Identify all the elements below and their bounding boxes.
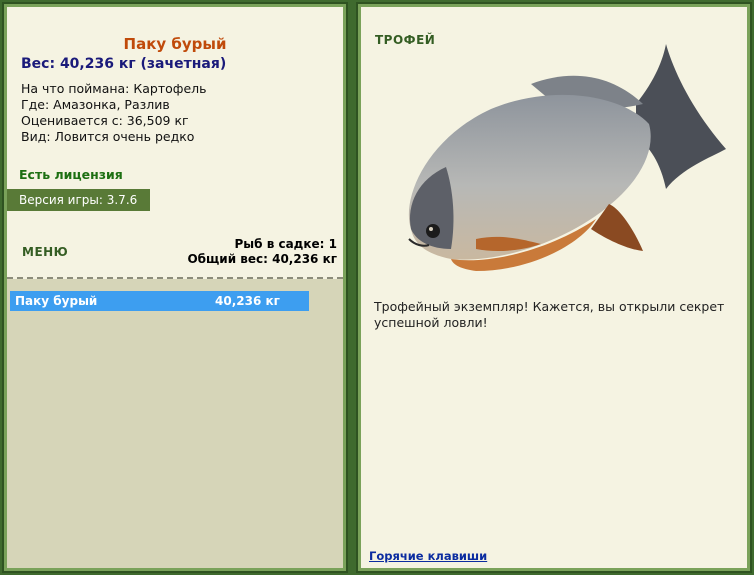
list-item-name: Паку бурый [15, 294, 98, 308]
list-item[interactable]: Паку бурый 40,236 кг [10, 291, 309, 311]
version-label: Версия игры: [19, 193, 103, 207]
kind-text: Вид: Ловится очень редко [21, 129, 195, 144]
trophy-description: Трофейный экземпляр! Кажется, вы открыли… [374, 299, 725, 330]
left-panel: Паку бурый Вес: 40,236 кг (зачетная) На … [2, 2, 348, 573]
fish-weight: Вес: 40,236 кг (зачетная) [21, 56, 227, 72]
cage-total-weight: Общий вес: 40,236 кг [187, 252, 337, 266]
menu-button[interactable]: МЕНЮ [22, 245, 68, 259]
catch-list: Паку бурый 40,236 кг [7, 279, 343, 568]
fish-name-title: Паку бурый [123, 35, 227, 53]
location-text: Где: Амазонка, Разлив [21, 97, 170, 112]
version-value: 3.7.6 [106, 193, 138, 207]
valued-from-text: Оценивается с: 36,509 кг [21, 113, 189, 128]
cage-summary: Рыб в садке: 1 Общий вес: 40,236 кг [187, 237, 337, 267]
hotkeys-link[interactable]: Горячие клавиши [369, 549, 487, 563]
version-bar: Версия игры: 3.7.6 [7, 189, 150, 211]
caught-with-text: На что поймана: Картофель [21, 81, 207, 96]
fish-image [408, 44, 726, 271]
cage-count: Рыб в садке: 1 [234, 237, 338, 251]
list-item-weight: 40,236 кг [215, 294, 280, 308]
right-panel: ТРОФЕЙ Трофейный экземпляр! Кажется, вы … [356, 2, 752, 573]
license-status: Есть лицензия [19, 167, 123, 182]
